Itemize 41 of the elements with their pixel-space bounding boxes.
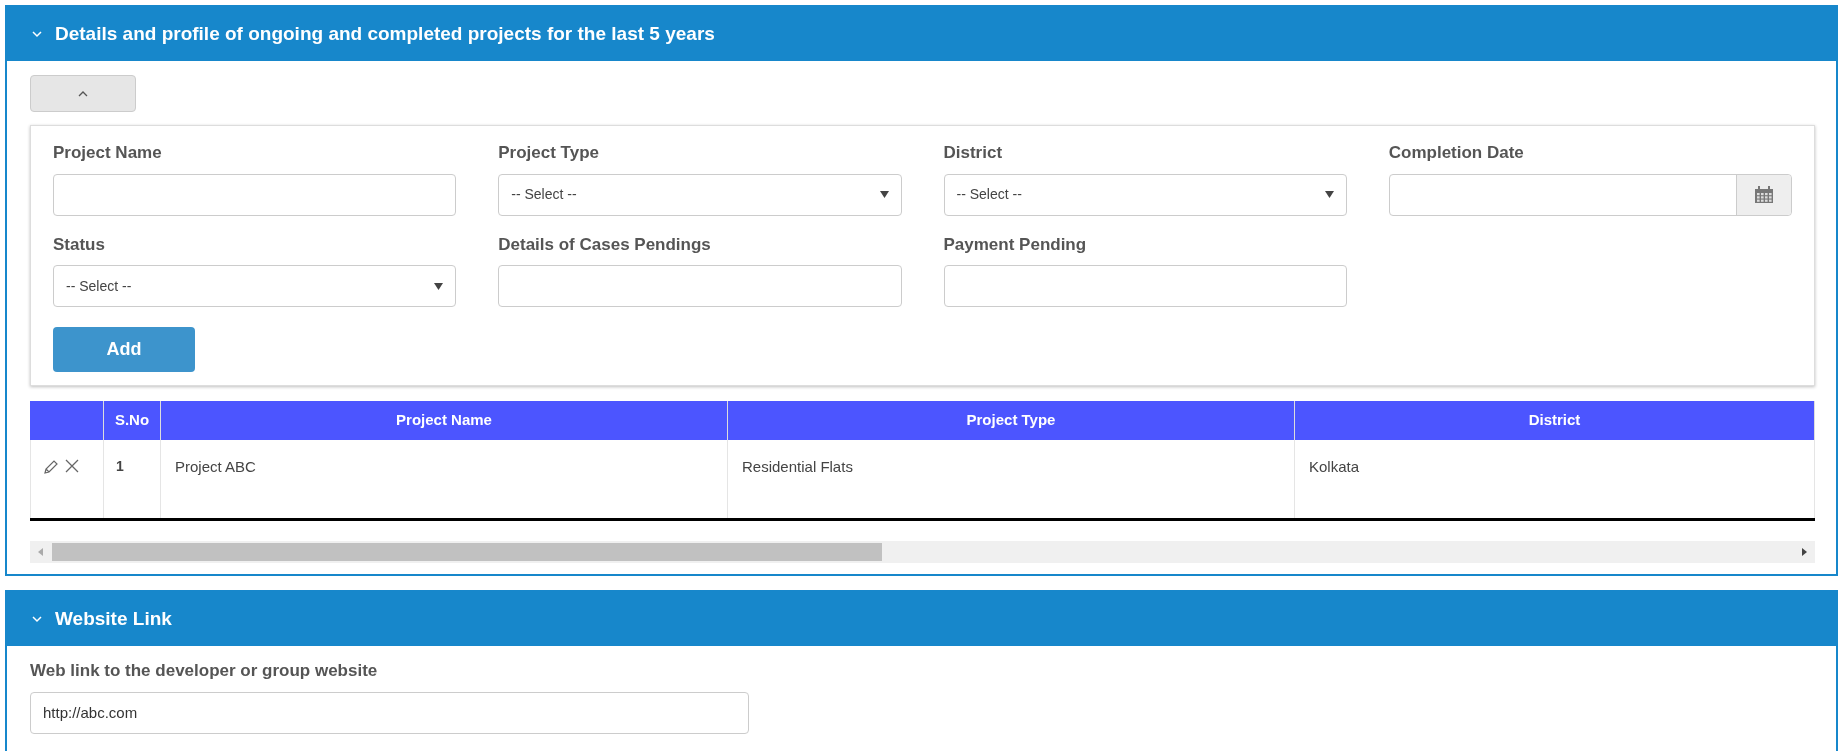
text-field[interactable]: [53, 173, 457, 216]
select-field[interactable]: -- Select --: [943, 173, 1347, 216]
dropdown-caret-icon: [879, 191, 889, 198]
column-header: Project Type: [966, 410, 1056, 431]
select-field[interactable]: -- Select --: [498, 173, 902, 216]
close-icon[interactable]: [65, 459, 79, 473]
text-field[interactable]: [943, 265, 1347, 307]
panel-header[interactable]: Details and profile of ongoing and completed projects for the last 5 years: [7, 7, 1836, 61]
table-cell: 1: [116, 458, 124, 474]
date-field[interactable]: [1388, 173, 1792, 216]
chevron-up-icon: [77, 89, 89, 98]
field-label: Payment Pending: [943, 233, 1088, 256]
dropdown-caret-icon: [1324, 191, 1334, 198]
field-label: Details of Cases Pendings: [498, 233, 712, 256]
column-header: Project Name: [396, 410, 492, 431]
field-label: Project Type: [498, 142, 601, 164]
table-cell: Kolkata: [1309, 458, 1360, 475]
chevron-down-icon[interactable]: [31, 613, 43, 625]
panel-title: Website Link: [55, 606, 172, 631]
calendar-icon: [1754, 185, 1774, 204]
field-label: Web link to the developer or group website: [30, 660, 379, 682]
field-label: Project Name: [53, 142, 163, 164]
column-header: S.No: [114, 410, 150, 431]
text-field[interactable]: [498, 265, 902, 307]
website-field[interactable]: http://abc.com: [30, 691, 749, 734]
field-label: Completion Date: [1388, 142, 1525, 164]
panel-header[interactable]: Website Link: [7, 592, 1836, 646]
select-field[interactable]: -- Select --: [53, 265, 457, 307]
field-label: Status: [53, 233, 106, 256]
chevron-down-icon[interactable]: [31, 28, 43, 40]
table-cell: Residential Flats: [742, 458, 853, 475]
panel-title: Details and profile of ongoing and completed projects for the last 5 years: [55, 21, 715, 46]
field-label: District: [943, 142, 1004, 164]
horizontal-scrollbar[interactable]: [30, 541, 1815, 563]
calendar-button[interactable]: [1736, 174, 1791, 215]
collapse-button[interactable]: [30, 75, 136, 112]
scrollbar-thumb[interactable]: [52, 543, 882, 561]
column-header: District: [1528, 410, 1581, 431]
pencil-icon[interactable]: [43, 459, 59, 475]
table-cell: Project ABC: [175, 458, 256, 475]
dropdown-caret-icon: [434, 282, 444, 290]
